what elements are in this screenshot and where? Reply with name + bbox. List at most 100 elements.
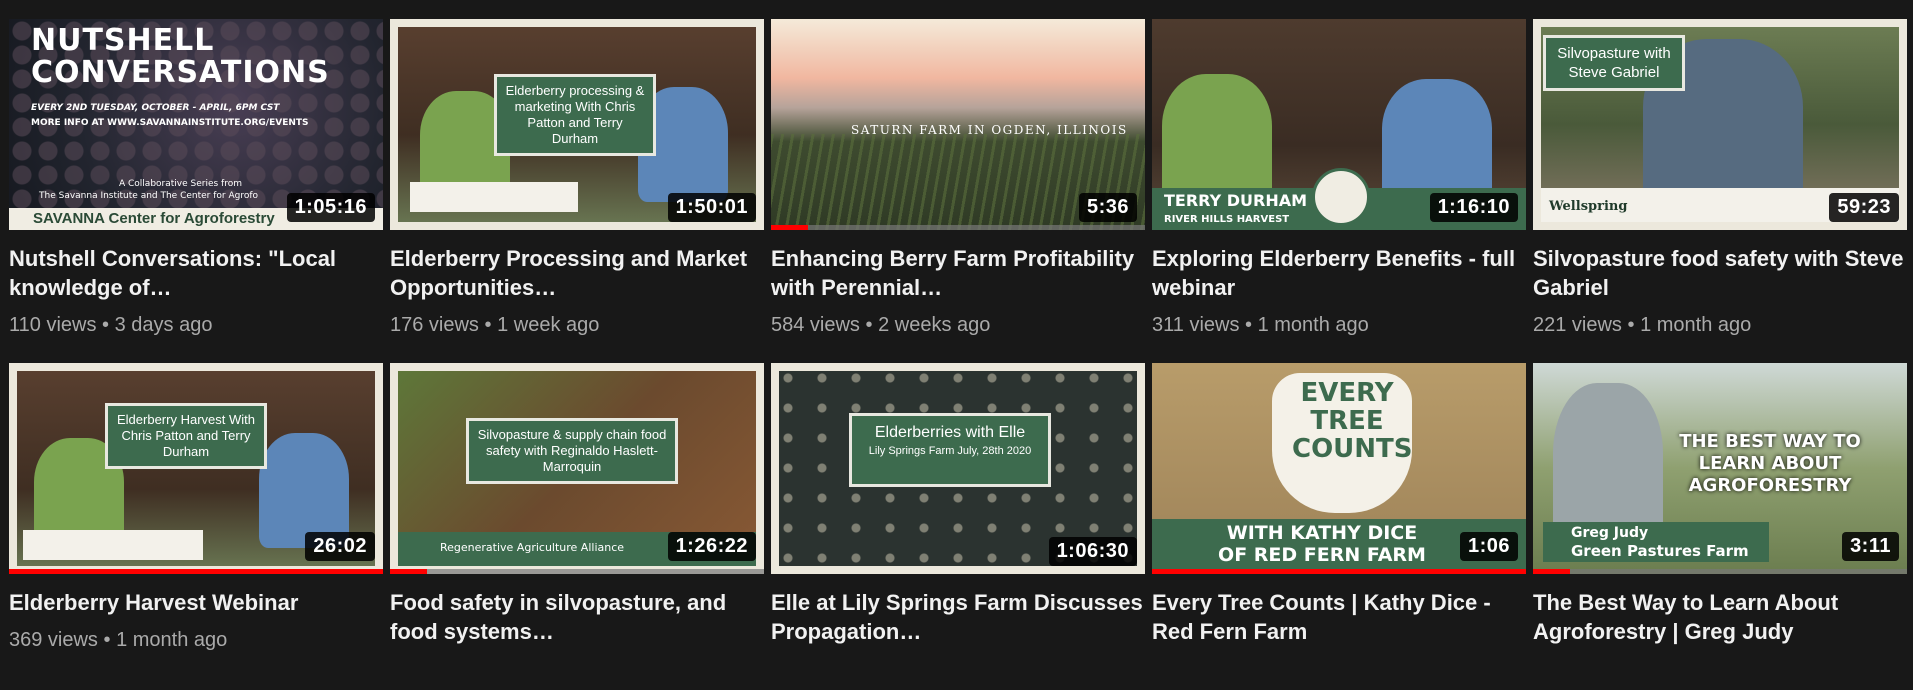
video-duration: 1:05:16 [286, 193, 375, 222]
video-duration: 1:26:22 [667, 532, 756, 561]
thumbnail-line: MORE INFO AT WWW.SAVANNAINSTITUTE.ORG/EV… [31, 118, 309, 128]
upload-age: 1 month ago [116, 629, 228, 651]
thumbnail-line: EVERY 2ND TUESDAY, OCTOBER - APRIL, 6PM … [31, 103, 280, 113]
video-thumbnail[interactable]: Silvopasture with Steve Gabriel Wellspri… [1533, 19, 1907, 230]
tree-logo-icon [1312, 168, 1370, 226]
video-duration: 1:06:30 [1048, 537, 1137, 566]
video-metadata: 369 views • 1 month ago [9, 629, 383, 652]
view-count: 110 views [9, 314, 97, 336]
thumbnail-sign: Elderberries with Elle Lily Springs Farm… [849, 413, 1051, 487]
sign-title: Elderberries with Elle [874, 424, 1026, 441]
video-duration: 59:23 [1829, 193, 1899, 222]
video-grid: NUTSHELL CONVERSATIONS EVERY 2ND TUESDAY… [9, 19, 1907, 652]
thumbnail-heading: THE BEST WAY TO LEARN ABOUT AGROFORESTRY [1679, 431, 1861, 496]
thumbnail-sign: Elderberry Harvest With Chris Patton and… [105, 403, 267, 469]
logo-strip [23, 530, 203, 560]
video-title[interactable]: Exploring Elderberry Benefits - full web… [1152, 244, 1526, 302]
video-metadata: 110 views • 3 days ago [9, 314, 383, 337]
upload-age: 2 weeks ago [878, 314, 991, 336]
thumbnail-sign: Silvopasture & supply chain food safety … [466, 418, 678, 484]
view-count: 311 views [1152, 314, 1240, 336]
speaker-image [1382, 79, 1492, 204]
video-title[interactable]: Elderberry Processing and Market Opportu… [390, 244, 764, 302]
video-thumbnail[interactable]: THE BEST WAY TO LEARN ABOUT AGROFORESTRY… [1533, 363, 1907, 574]
thumbnail-caption: SATURN FARM IN OGDEN, ILLINOIS [851, 123, 1128, 137]
logo-strip [410, 182, 578, 212]
speaker-name: TERRY DURHAM [1164, 191, 1308, 210]
video-thumbnail[interactable]: Elderberry Harvest With Chris Patton and… [9, 363, 383, 574]
video-metadata: 584 views • 2 weeks ago [771, 314, 1145, 337]
video-title[interactable]: Enhancing Berry Farm Profitability with … [771, 244, 1145, 302]
video-title[interactable]: Elderberry Harvest Webinar [9, 588, 383, 617]
video-title[interactable]: Elle at Lily Springs Farm Discusses Prop… [771, 588, 1145, 646]
video-thumbnail[interactable]: TERRY DURHAM RIVER HILLS HARVEST 1:16:10 [1152, 19, 1526, 230]
watch-progress-track [1533, 569, 1907, 574]
meta-separator: • [1245, 314, 1253, 336]
speaker-image [1162, 74, 1272, 204]
video-title[interactable]: Every Tree Counts | Kathy Dice - Red Fer… [1152, 588, 1526, 646]
upload-age: 1 month ago [1640, 314, 1752, 336]
video-title[interactable]: Nutshell Conversations: "Local knowledge… [9, 244, 383, 302]
video-card[interactable]: Silvopasture with Steve Gabriel Wellspri… [1533, 19, 1907, 337]
video-card[interactable]: Silvopasture & supply chain food safety … [390, 363, 764, 652]
speaker-affiliation: Green Pastures Farm [1571, 542, 1749, 560]
video-metadata: 221 views • 1 month ago [1533, 314, 1907, 337]
video-title[interactable]: The Best Way to Learn About Agroforestry… [1533, 588, 1907, 646]
video-card[interactable]: Elderberry processing & marketing With C… [390, 19, 764, 337]
view-count: 221 views [1533, 314, 1622, 336]
video-card[interactable]: THE BEST WAY TO LEARN ABOUT AGROFORESTRY… [1533, 363, 1907, 652]
meta-separator: • [484, 314, 492, 336]
video-thumbnail[interactable]: EVERY TREE COUNTS WITH KATHY DICE OF RED… [1152, 363, 1526, 574]
thumbnail-line: A Collaborative Series from [119, 179, 242, 189]
watch-progress-track [771, 225, 1145, 230]
video-thumbnail[interactable]: Elderberries with Elle Lily Springs Farm… [771, 363, 1145, 574]
video-thumbnail[interactable]: Elderberry processing & marketing With C… [390, 19, 764, 230]
view-count: 369 views [9, 629, 98, 651]
meta-separator: • [102, 314, 110, 336]
speaker-name: Greg Judy [1571, 525, 1649, 541]
thumbnail-heading: NUTSHELL CONVERSATIONS [31, 23, 330, 90]
watch-progress-track [390, 569, 764, 574]
video-card[interactable]: Elderberries with Elle Lily Springs Farm… [771, 363, 1145, 652]
video-duration: 26:02 [305, 532, 375, 561]
view-count: 176 views [390, 314, 479, 336]
meta-separator: • [103, 629, 111, 651]
speaker-affiliation: RIVER HILLS HARVEST [1164, 214, 1290, 225]
upload-age: 1 month ago [1257, 314, 1369, 336]
video-duration: 1:16:10 [1429, 193, 1518, 222]
watch-progress [1533, 569, 1571, 574]
thumbnail-sign: Elderberry processing & marketing With C… [494, 74, 656, 156]
video-duration: 3:11 [1842, 532, 1899, 561]
watch-progress [1152, 569, 1526, 574]
sign-subtitle: Lily Springs Farm July, 28th 2020 [868, 445, 1032, 457]
thumbnail-line: The Savanna Institute and The Center for… [39, 191, 259, 201]
watch-progress [9, 569, 383, 574]
farm-logo: Wellspring [1549, 199, 1628, 214]
video-card[interactable]: TERRY DURHAM RIVER HILLS HARVEST 1:16:10… [1152, 19, 1526, 337]
video-duration: 5:36 [1078, 193, 1137, 222]
watch-progress [771, 225, 809, 230]
video-thumbnail[interactable]: SATURN FARM IN OGDEN, ILLINOIS 5:36 [771, 19, 1145, 230]
watch-progress [390, 569, 428, 574]
video-thumbnail[interactable]: Silvopasture & supply chain food safety … [390, 363, 764, 574]
banner-text: WITH KATHY DICE OF RED FERN FARM [1218, 522, 1426, 566]
video-title[interactable]: Silvopasture food safety with Steve Gabr… [1533, 244, 1907, 302]
video-card[interactable]: SATURN FARM IN OGDEN, ILLINOIS 5:36 Enha… [771, 19, 1145, 337]
meta-separator: • [1627, 314, 1635, 336]
video-thumbnail[interactable]: NUTSHELL CONVERSATIONS EVERY 2ND TUESDAY… [9, 19, 383, 230]
meta-separator: • [865, 314, 873, 336]
banner-text: Regenerative Agriculture Alliance [440, 541, 625, 554]
video-card[interactable]: Elderberry Harvest With Chris Patton and… [9, 363, 383, 652]
thumbnail-sign: Silvopasture with Steve Gabriel [1543, 35, 1685, 91]
video-title[interactable]: Food safety in silvopasture, and food sy… [390, 588, 764, 646]
thumbnail-heading: EVERY TREE COUNTS [1292, 378, 1413, 464]
upload-age: 3 days ago [114, 314, 213, 336]
video-duration: 1:50:01 [667, 193, 756, 222]
upload-age: 1 week ago [497, 314, 600, 336]
view-count: 584 views [771, 314, 860, 336]
video-card[interactable]: NUTSHELL CONVERSATIONS EVERY 2ND TUESDAY… [9, 19, 383, 337]
video-duration: 1:06 [1459, 532, 1518, 561]
video-metadata: 176 views • 1 week ago [390, 314, 764, 337]
video-metadata: 311 views • 1 month ago [1152, 314, 1526, 337]
video-card[interactable]: EVERY TREE COUNTS WITH KATHY DICE OF RED… [1152, 363, 1526, 652]
